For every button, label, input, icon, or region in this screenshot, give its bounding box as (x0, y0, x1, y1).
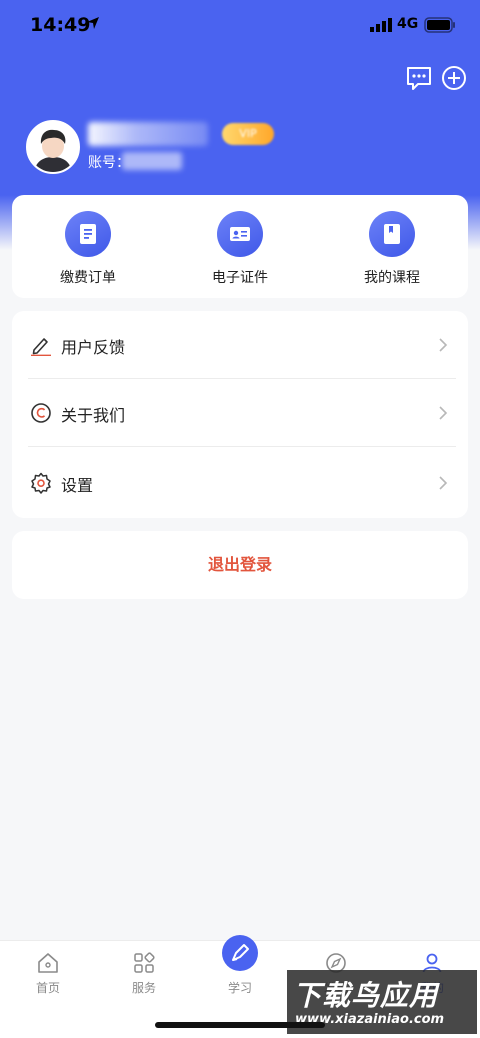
quick-link-label: 电子证件 (212, 270, 268, 286)
menu-item-label: 用户反馈 (61, 338, 126, 357)
order-icon (65, 211, 111, 257)
grid-icon (134, 952, 155, 973)
logout-button[interactable]: 退出登录 (12, 531, 468, 599)
tab-service[interactable]: 服务 (96, 951, 192, 996)
battery-icon (424, 17, 455, 33)
watermark-title: 下载鸟应用 (293, 979, 439, 1012)
vip-badge: VIP (222, 123, 274, 145)
location-arrow-icon (87, 17, 99, 29)
tab-study[interactable]: 学习 (192, 935, 288, 996)
menu-item-feedback[interactable]: 用户反馈 (28, 311, 456, 379)
menu-item-label: 设置 (61, 476, 94, 495)
status-time: 14:49 (30, 14, 91, 36)
menu-item-about[interactable]: 关于我们 (28, 379, 456, 447)
avatar[interactable] (26, 120, 80, 174)
menu-card: 用户反馈 关于我们 设置 (12, 311, 468, 518)
tab-label: 首页 (35, 981, 60, 995)
quick-link-id-card[interactable]: 电子证件 (180, 211, 300, 287)
menu-item-settings[interactable]: 设置 (28, 449, 456, 517)
tab-label: 学习 (227, 981, 252, 995)
chevron-right-icon (439, 476, 448, 490)
quick-link-label: 我的课程 (364, 270, 420, 286)
avatar-face-icon (28, 122, 78, 172)
quick-link-label: 缴费订单 (60, 270, 116, 286)
pen-icon (222, 935, 258, 971)
copyright-icon (31, 403, 51, 423)
message-icon[interactable] (405, 64, 433, 92)
menu-item-label: 关于我们 (61, 406, 126, 425)
pencil-icon (31, 338, 51, 356)
account-value-blurred (122, 152, 182, 170)
tab-label: 服务 (131, 981, 156, 995)
chevron-right-icon (439, 406, 448, 420)
signal-icon (370, 18, 392, 32)
tab-home[interactable]: 首页 (0, 951, 96, 996)
user-name-blurred (88, 122, 208, 146)
status-bar: 14:49 4G (0, 0, 480, 52)
gear-icon (31, 472, 51, 494)
add-circle-icon[interactable] (440, 64, 468, 92)
network-type: 4G (397, 16, 419, 32)
quick-link-courses[interactable]: 我的课程 (332, 211, 452, 287)
quick-link-orders[interactable]: 缴费订单 (28, 211, 148, 287)
id-card-icon (217, 211, 263, 257)
home-icon (38, 953, 58, 973)
quick-links-card: 缴费订单 电子证件 我的课程 (12, 195, 468, 298)
chevron-right-icon (439, 338, 448, 352)
home-indicator (155, 1022, 325, 1028)
course-book-icon (369, 211, 415, 257)
